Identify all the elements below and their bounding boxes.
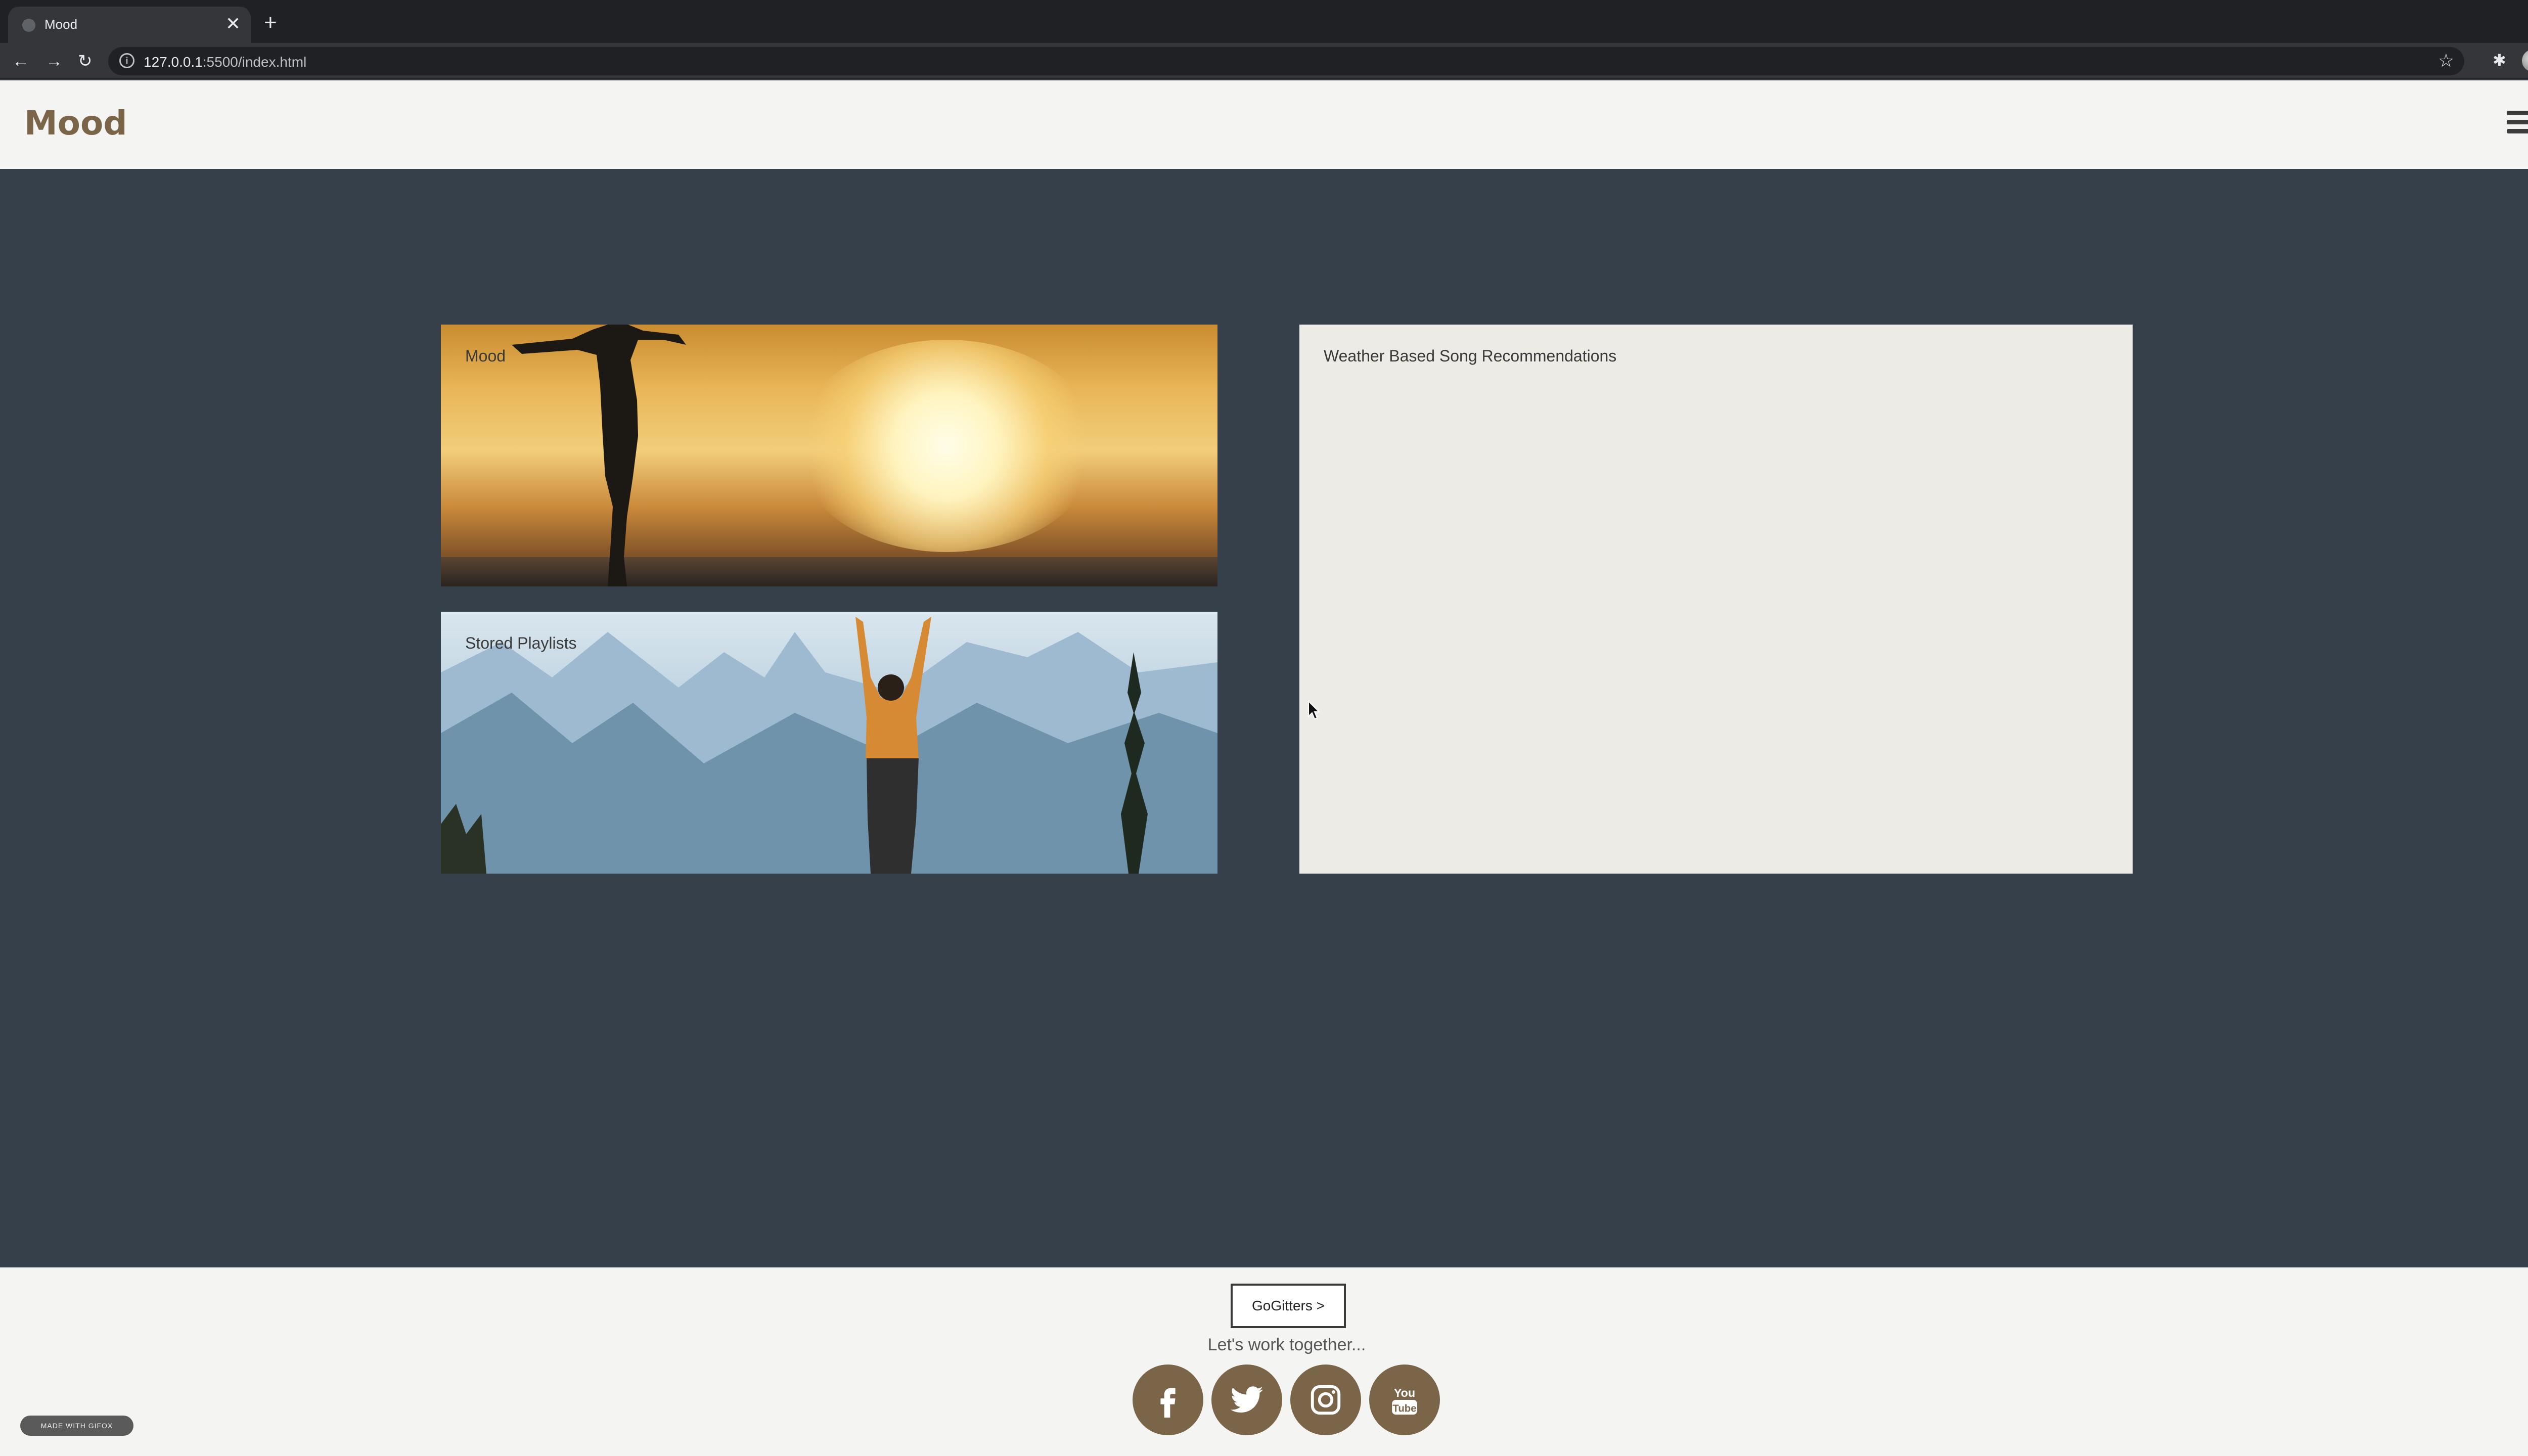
made-with-gifox-badge: MADE WITH GIFOX — [20, 1416, 133, 1436]
stored-playlists-card[interactable]: Stored Playlists — [441, 612, 1217, 874]
url-text[interactable]: 127.0.0.1:5500/index.html — [144, 54, 306, 70]
forward-icon[interactable]: → — [46, 51, 63, 71]
tab-title: Mood — [44, 17, 78, 32]
instagram-button[interactable] — [1290, 1364, 1361, 1435]
site-footer: GoGitters > Let's work together... You Tu… — [0, 1267, 2528, 1456]
woman-silhouette-image — [512, 325, 686, 586]
weather-card-label: Weather Based Song Recommendations — [1324, 347, 1617, 365]
instagram-icon — [1311, 1385, 1341, 1415]
stored-playlists-label: Stored Playlists — [465, 634, 577, 652]
url-path: :5500/index.html — [202, 54, 307, 70]
weather-recommendations-card[interactable]: Weather Based Song Recommendations — [1299, 325, 2133, 874]
mouse-cursor-icon — [1308, 700, 1321, 720]
mood-card-label: Mood — [465, 347, 506, 365]
gogitters-button[interactable]: GoGitters > — [1231, 1284, 1346, 1328]
main-content — [0, 169, 2528, 1267]
twitter-button[interactable] — [1211, 1364, 1282, 1435]
mood-card[interactable]: Mood — [441, 325, 1217, 586]
extensions-icon[interactable]: ✱ — [2493, 51, 2506, 70]
new-tab-icon[interactable]: + — [264, 10, 277, 35]
twitter-icon — [1230, 1386, 1263, 1413]
youtube-button[interactable]: You Tube — [1369, 1364, 1440, 1435]
close-tab-icon[interactable]: ✕ — [225, 14, 241, 34]
svg-text:Tube: Tube — [1392, 1403, 1416, 1414]
hamburger-menu-icon[interactable] — [2507, 111, 2528, 136]
reload-icon[interactable]: ↻ — [78, 51, 93, 71]
site-info-icon[interactable]: i — [119, 53, 134, 68]
browser-tab-strip: Mood ✕ + — [0, 0, 2528, 43]
facebook-icon — [1160, 1388, 1176, 1418]
person-raising-arms-image — [855, 617, 931, 874]
footer-tagline: Let's work together... — [1207, 1335, 1366, 1354]
back-icon[interactable]: ← — [12, 51, 29, 71]
youtube-icon: You Tube — [1392, 1386, 1417, 1415]
url-host: 127.0.0.1 — [144, 54, 203, 70]
site-logo[interactable]: Mood — [24, 104, 127, 143]
browser-tab[interactable]: Mood ✕ — [8, 7, 251, 43]
facebook-button[interactable] — [1133, 1364, 1203, 1435]
site-header: Mood — [0, 80, 2528, 169]
favicon-icon — [22, 19, 35, 32]
browser-toolbar: ← → ↻ i 127.0.0.1:5500/index.html ☆ — [0, 43, 2528, 79]
svg-text:You: You — [1394, 1386, 1415, 1399]
bookmark-star-icon[interactable]: ☆ — [2438, 50, 2454, 71]
address-bar[interactable]: i 127.0.0.1:5500/index.html ☆ — [108, 47, 2464, 75]
sunset-sun-image — [795, 340, 1098, 552]
